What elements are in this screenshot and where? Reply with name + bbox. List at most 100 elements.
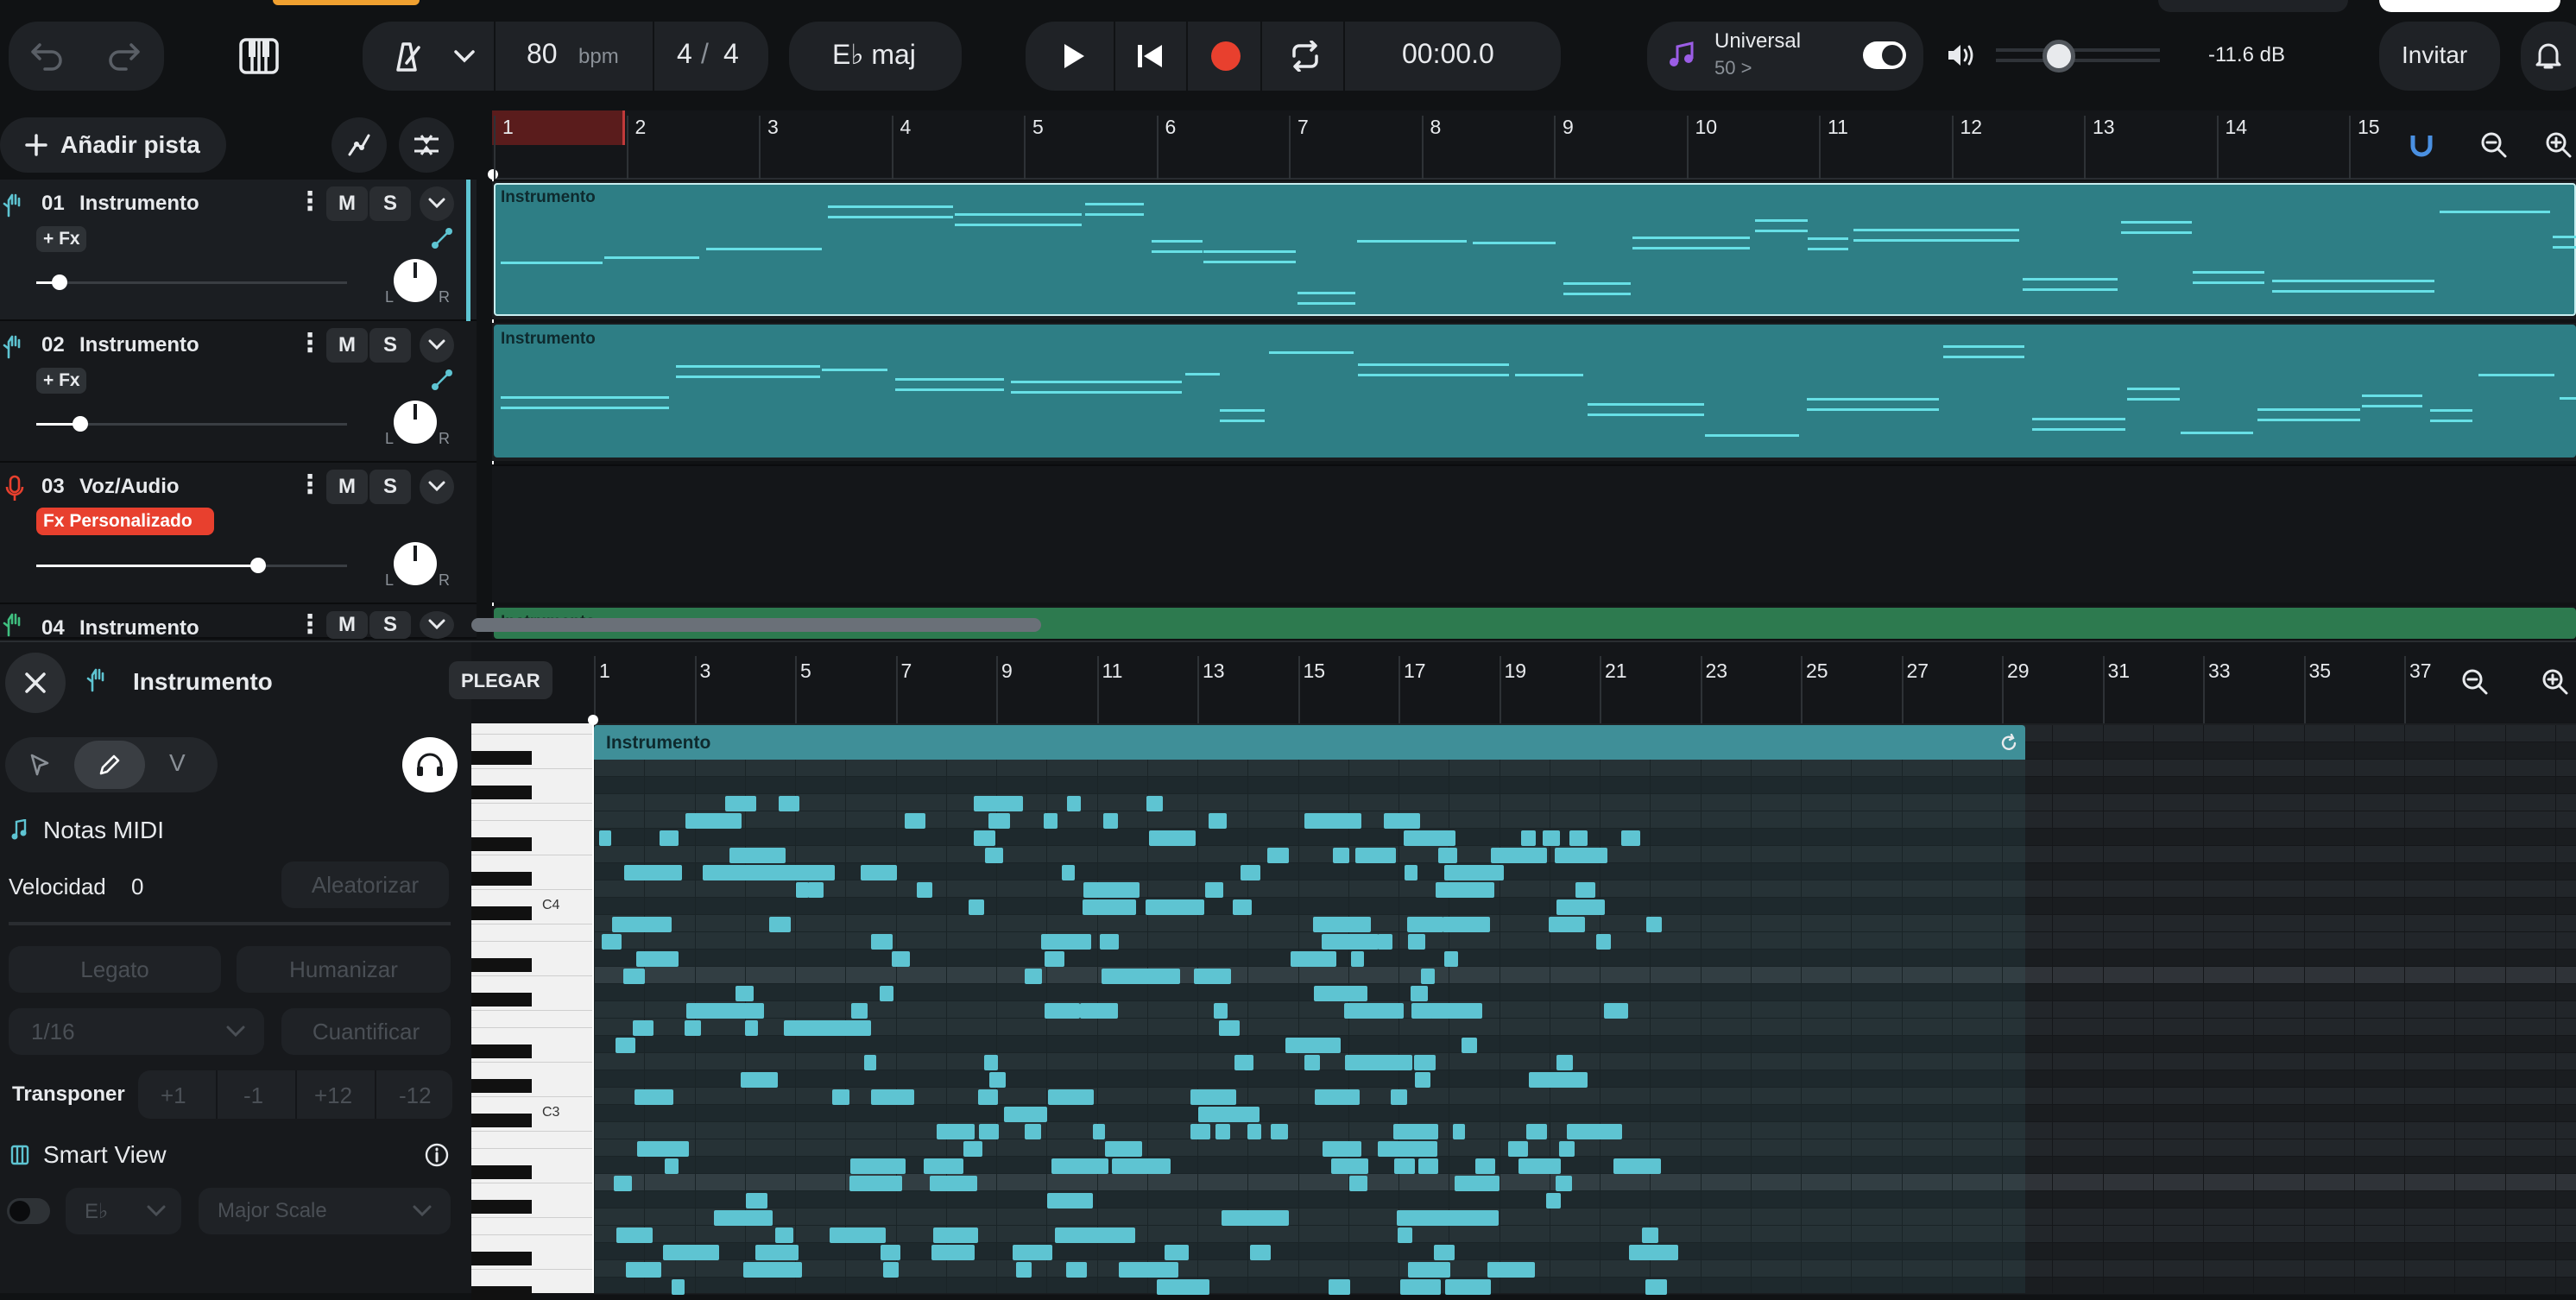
midi-note[interactable] [1475, 1158, 1495, 1174]
midi-note[interactable] [1556, 1072, 1572, 1088]
midi-note[interactable] [1621, 830, 1640, 846]
pan-knob[interactable] [394, 401, 437, 444]
solo-button[interactable]: S [369, 470, 411, 504]
midi-note[interactable] [1407, 917, 1443, 932]
midi-note[interactable] [1048, 1089, 1094, 1105]
midi-note[interactable] [1331, 1158, 1368, 1174]
midi-note[interactable] [1066, 1262, 1087, 1278]
midi-note[interactable] [1408, 1262, 1450, 1278]
midi-note[interactable] [988, 813, 1010, 829]
midi-note[interactable] [1313, 917, 1371, 932]
midi-note[interactable] [1526, 1124, 1547, 1139]
midi-note[interactable] [1434, 1245, 1455, 1260]
midi-note[interactable] [1045, 1003, 1080, 1019]
midi-note[interactable] [1411, 1003, 1433, 1019]
midi-note[interactable] [1629, 1245, 1678, 1260]
midi-note[interactable] [969, 899, 984, 915]
volume-slider-thumb[interactable] [73, 416, 88, 432]
midi-note[interactable] [1529, 1072, 1548, 1088]
midi-note[interactable] [1083, 882, 1140, 898]
playhead-head[interactable] [488, 169, 498, 180]
midi-note[interactable] [1100, 934, 1119, 950]
midi-note[interactable] [672, 1279, 685, 1295]
track-name[interactable]: Voz/Audio [79, 475, 180, 499]
midi-note[interactable] [1146, 796, 1163, 811]
zoom-in-icon[interactable] [2535, 661, 2576, 703]
midi-note[interactable] [1025, 1124, 1041, 1139]
midi-note[interactable] [1405, 865, 1417, 880]
expand-track-button[interactable] [420, 470, 454, 504]
midi-note[interactable] [1322, 934, 1379, 950]
midi-note[interactable] [1157, 1279, 1209, 1295]
tempo-value[interactable]: 80 [527, 38, 558, 70]
midi-note[interactable] [1215, 1107, 1235, 1122]
midi-note[interactable] [736, 986, 754, 1001]
midi-note[interactable] [1067, 796, 1081, 811]
midi-note[interactable] [1508, 1141, 1528, 1157]
snap-magnet-icon[interactable] [2400, 124, 2443, 166]
zoom-out-icon[interactable] [2453, 661, 2497, 703]
midi-note[interactable] [1569, 830, 1588, 846]
midi-note[interactable] [1642, 1227, 1658, 1243]
horizontal-scrollbar[interactable] [471, 618, 1041, 632]
midi-note[interactable] [1355, 848, 1396, 863]
undo-icon[interactable] [24, 35, 69, 78]
midi-note[interactable] [1518, 1158, 1561, 1174]
midi-note[interactable] [741, 1072, 778, 1088]
midi-note[interactable] [1190, 1089, 1236, 1105]
midi-note[interactable] [1555, 848, 1607, 863]
midi-note[interactable] [685, 813, 742, 829]
automation-link-icon[interactable] [426, 223, 458, 254]
midi-note[interactable] [1391, 1089, 1407, 1105]
midi-note[interactable] [1421, 969, 1435, 984]
pan-knob[interactable] [394, 259, 437, 302]
record-icon[interactable] [1202, 33, 1250, 79]
more-options-icon[interactable]: ⋮ [297, 186, 323, 217]
midi-note[interactable] [1247, 1124, 1261, 1139]
midi-note[interactable] [1219, 1020, 1240, 1036]
solo-button[interactable]: S [369, 186, 411, 221]
piano-roll-clip-header[interactable] [594, 725, 2025, 760]
midi-note[interactable] [862, 1227, 881, 1243]
midi-note[interactable] [1013, 1245, 1052, 1260]
midi-note[interactable] [1149, 830, 1196, 846]
midi-note[interactable] [1384, 813, 1420, 829]
midi-note[interactable] [1194, 969, 1231, 984]
pan-knob[interactable] [394, 542, 437, 585]
midi-note[interactable] [665, 1158, 679, 1174]
more-options-icon[interactable]: ⋮ [297, 470, 323, 500]
info-icon[interactable] [420, 1138, 454, 1172]
track-lane-03[interactable] [492, 464, 2576, 603]
midi-note[interactable] [703, 865, 740, 880]
midi-note[interactable] [1315, 1089, 1360, 1105]
midi-note[interactable] [1222, 1210, 1278, 1226]
midi-note[interactable] [1128, 969, 1180, 984]
midi-note[interactable] [1398, 1227, 1412, 1243]
midi-note[interactable] [1080, 1003, 1118, 1019]
piano-keyboard-icon[interactable] [233, 33, 285, 79]
midi-note[interactable] [1546, 1193, 1561, 1208]
transpose-plus-1[interactable]: +1 [161, 1082, 186, 1109]
midi-note[interactable] [1411, 986, 1428, 1001]
loop-icon[interactable] [1281, 33, 1329, 79]
midi-note[interactable] [1083, 899, 1136, 915]
midi-note[interactable] [1093, 1124, 1105, 1139]
mute-button[interactable]: M [326, 611, 368, 639]
midi-note[interactable] [1567, 1124, 1622, 1139]
share-button-partial[interactable] [2379, 0, 2560, 12]
midi-note[interactable] [1047, 1193, 1093, 1208]
volume-slider-thumb[interactable] [2042, 40, 2075, 73]
midi-note[interactable] [775, 1227, 793, 1243]
midi-note[interactable] [636, 951, 679, 967]
midi-note[interactable] [1291, 951, 1336, 967]
piano-roll-clip[interactable] [594, 725, 2025, 1293]
midi-note[interactable] [1351, 951, 1364, 967]
volume-slider-thumb[interactable] [250, 558, 266, 573]
midi-note[interactable] [974, 830, 995, 846]
midi-note[interactable] [1575, 882, 1595, 898]
midi-note[interactable] [1445, 1279, 1491, 1295]
midi-note[interactable] [769, 917, 791, 932]
humanize-button[interactable]: Humanizar [237, 946, 451, 993]
midi-note[interactable] [924, 1158, 963, 1174]
midi-note[interactable] [1487, 1262, 1535, 1278]
